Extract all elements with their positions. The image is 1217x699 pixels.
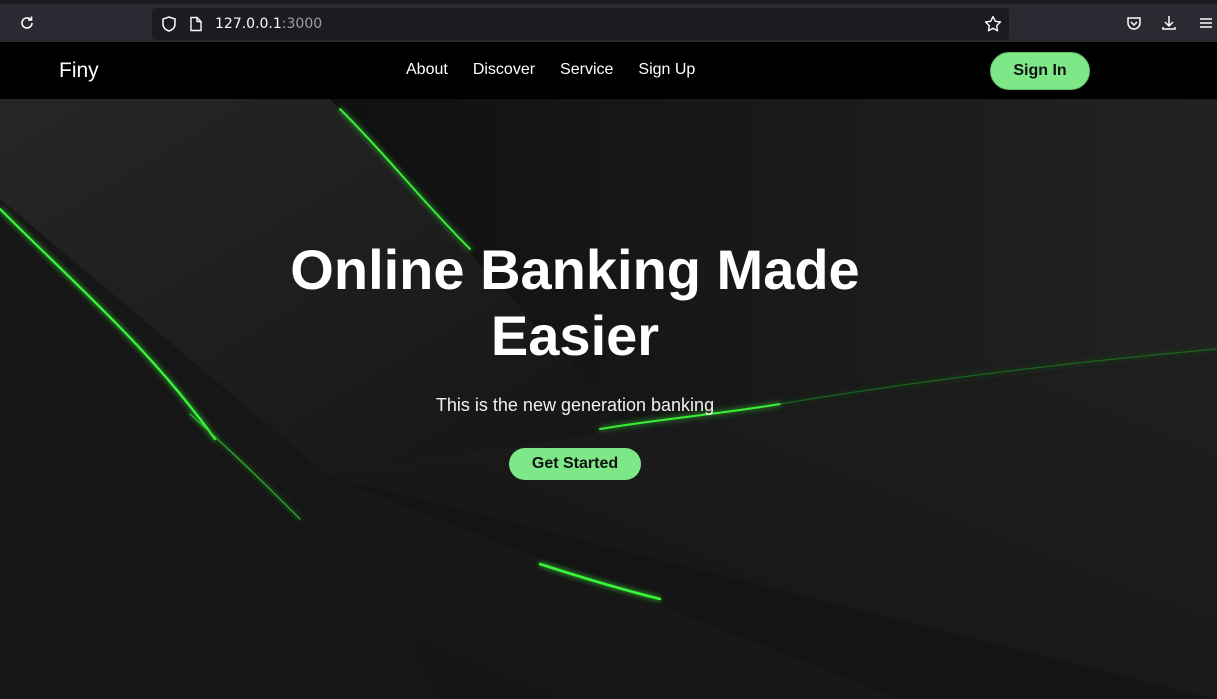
hero-section: Online Banking Made Easier This is the n… (0, 99, 1217, 699)
nav-link-service[interactable]: Service (560, 61, 613, 79)
browser-toolbar: 127.0.0.1:3000 (0, 0, 1217, 42)
hero-title: Online Banking Made Easier (230, 237, 920, 369)
hero-title-line1: Online Banking Made (290, 238, 860, 301)
site-navbar: Finy About Discover Service Sign Up Sign… (0, 42, 1217, 99)
site-logo[interactable]: Finy (59, 59, 99, 83)
nav-link-discover[interactable]: Discover (473, 61, 535, 79)
nav-link-about[interactable]: About (406, 61, 448, 79)
nav-links: About Discover Service Sign Up (406, 61, 720, 79)
url-port: :3000 (281, 16, 323, 32)
nav-link-sign-up[interactable]: Sign Up (638, 61, 695, 79)
bookmark-star-icon[interactable] (983, 14, 1003, 34)
pocket-icon[interactable] (1119, 10, 1149, 36)
download-icon[interactable] (1154, 10, 1184, 36)
page-icon (188, 16, 204, 32)
hero-subtitle: This is the new generation banking (435, 395, 715, 415)
hero-title-line2: Easier (490, 304, 660, 367)
menu-icon[interactable] (1191, 10, 1217, 36)
shield-icon[interactable] (160, 15, 178, 33)
url-bar[interactable]: 127.0.0.1:3000 (152, 8, 1009, 40)
sign-in-button[interactable]: Sign In (990, 52, 1090, 90)
url-host: 127.0.0.1 (215, 16, 282, 32)
reload-icon[interactable] (12, 10, 42, 36)
url-text[interactable]: 127.0.0.1:3000 (215, 16, 322, 32)
get-started-button[interactable]: Get Started (509, 448, 641, 480)
